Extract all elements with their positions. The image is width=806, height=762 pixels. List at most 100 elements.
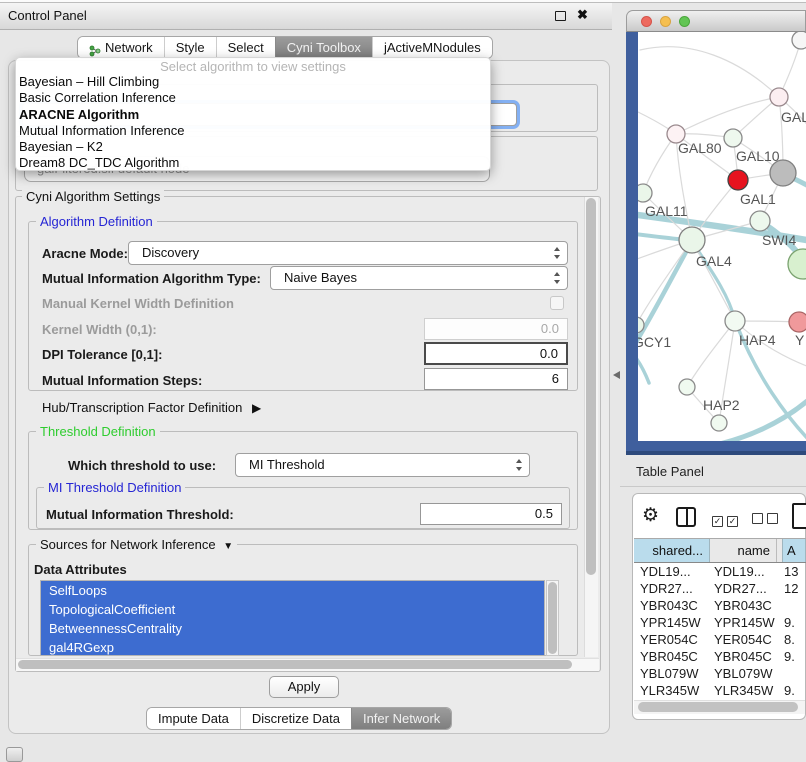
table-cell: 9.	[777, 648, 806, 665]
settings-horizontal-scrollbar-thumb[interactable]	[18, 660, 572, 669]
tab-infer-network[interactable]: Infer Network	[351, 708, 451, 729]
unchecked-box-icon	[752, 513, 763, 524]
which-threshold-label: Which threshold to use:	[68, 458, 216, 473]
bottom-tabbar: Impute Data Discretize Data Infer Networ…	[146, 707, 452, 730]
table-cell: YBR045C	[710, 648, 777, 665]
network-edge	[643, 134, 676, 193]
network-node[interactable]	[725, 311, 745, 331]
aracne-mode-label: Aracne Mode:	[42, 246, 128, 261]
tab-cyni-toolbox[interactable]: Cyni Toolbox	[275, 37, 372, 58]
table-panel-title: Table Panel	[636, 464, 704, 479]
mi-type-combobox[interactable]: Naive Bayes	[270, 266, 568, 290]
apply-button[interactable]: Apply	[269, 676, 339, 698]
close-panel-icon[interactable]: ✖	[577, 7, 588, 23]
table-row[interactable]: YLR345WYLR345W9.	[634, 682, 806, 699]
kernel-width-field[interactable]: 0.0	[424, 318, 568, 340]
table-row[interactable]: YBL079WYBL079W	[634, 665, 806, 682]
column-header-third[interactable]: A	[783, 539, 806, 562]
table-row[interactable]: YBR043CYBR043C	[634, 597, 806, 614]
tab-jactivemnodules[interactable]: jActiveMNodules	[372, 37, 492, 58]
table-cell: YBL079W	[634, 665, 710, 682]
table-row[interactable]: YPR145WYPR145W9.	[634, 614, 806, 631]
table-cell: 13	[777, 563, 806, 580]
tab-jactivemnodules-label: jActiveMNodules	[384, 37, 481, 59]
mi-steps-field[interactable]: 6	[424, 368, 568, 390]
column-header-name[interactable]: name	[710, 539, 777, 562]
dpi-tolerance-field[interactable]: 0.0	[424, 342, 568, 365]
spinner-arrows-icon	[516, 459, 523, 471]
network-node[interactable]	[789, 312, 806, 332]
network-window-titlebar[interactable]	[626, 10, 806, 32]
data-attributes-list[interactable]: SelfLoopsTopologicalCoefficientBetweenne…	[40, 580, 545, 656]
algorithm-dropdown-item[interactable]: Bayesian – K2	[16, 139, 490, 155]
data-attribute-item[interactable]: BetweennessCentrality	[41, 619, 544, 638]
data-attribute-item[interactable]: gal4RGexp	[41, 638, 544, 656]
network-node[interactable]	[788, 249, 806, 279]
network-node[interactable]	[792, 32, 806, 49]
algorithm-dropdown-item[interactable]: ARACNE Algorithm	[16, 107, 490, 123]
mi-threshold-field[interactable]: 0.5	[420, 503, 562, 525]
network-view-window: GALGAL80GAL10GAL1GAL11GAL4SWI4HAP4YGCY1H…	[626, 10, 806, 455]
close-window-icon[interactable]	[641, 16, 652, 27]
table-row[interactable]: YER054CYER054C8.	[634, 631, 806, 648]
sources-group-header[interactable]: Sources for Network Inference ▼	[36, 537, 237, 552]
tab-select[interactable]: Select	[216, 37, 275, 58]
table-cell: YDL19...	[710, 563, 777, 580]
checked-box-icon: ✓	[712, 516, 723, 527]
network-node[interactable]	[750, 211, 770, 231]
document-icon[interactable]	[792, 503, 806, 529]
table-horizontal-scrollbar-thumb[interactable]	[638, 702, 798, 712]
data-attribute-item[interactable]: TopologicalCoefficient	[41, 600, 544, 619]
network-canvas[interactable]: GALGAL80GAL10GAL1GAL11GAL4SWI4HAP4YGCY1H…	[638, 32, 806, 441]
kernel-width-label: Kernel Width (0,1):	[42, 322, 157, 337]
float-panel-icon[interactable]	[555, 11, 566, 21]
network-node[interactable]	[679, 227, 705, 253]
manual-kernel-checkbox[interactable]	[550, 296, 564, 310]
table-cell: 9.	[777, 682, 806, 699]
split-columns-icon[interactable]	[676, 507, 696, 527]
table-cell: YBR043C	[634, 597, 710, 614]
checked-box-icon: ✓	[727, 516, 738, 527]
minimize-window-icon[interactable]	[660, 16, 671, 27]
data-attribute-item[interactable]: SelfLoops	[41, 581, 544, 600]
network-node[interactable]	[638, 184, 652, 202]
column-header-shared-name[interactable]: shared...	[634, 539, 710, 562]
network-tree-icon	[89, 42, 101, 54]
table-row[interactable]: YDR27...YDR27...12	[634, 580, 806, 597]
tab-network[interactable]: Network	[78, 37, 164, 58]
minimized-panel-icon[interactable]	[6, 747, 23, 762]
cyni-algorithm-settings-title: Cyni Algorithm Settings	[22, 189, 164, 204]
table-cell: YDR27...	[710, 580, 777, 597]
tab-impute-data[interactable]: Impute Data	[147, 708, 240, 729]
algorithm-dropdown-item[interactable]: Dream8 DC_TDC Algorithm	[16, 155, 490, 171]
threshold-definition-title: Threshold Definition	[36, 424, 160, 439]
select-all-columns-icon[interactable]: ✓✓	[712, 511, 742, 529]
network-node[interactable]	[679, 379, 695, 395]
algorithm-dropdown-item[interactable]: Mutual Information Inference	[16, 123, 490, 139]
expanded-arrow-icon: ▼	[223, 541, 233, 552]
tab-discretize-data-label: Discretize Data	[252, 708, 340, 730]
network-node[interactable]	[711, 415, 727, 431]
algorithm-dropdown-item[interactable]: Basic Correlation Inference	[16, 90, 490, 106]
network-node-label: Y	[795, 332, 805, 348]
gear-icon[interactable]: ⚙	[642, 506, 659, 526]
settings-vertical-scrollbar-thumb[interactable]	[586, 198, 596, 575]
tab-discretize-data[interactable]: Discretize Data	[240, 708, 351, 729]
which-threshold-value: MI Threshold	[249, 457, 325, 472]
aracne-mode-combobox[interactable]: Discovery	[128, 241, 568, 265]
table-row[interactable]: YDL19...YDL19...13	[634, 563, 806, 580]
table-row[interactable]: YBR045CYBR045C9.	[634, 648, 806, 665]
tab-style[interactable]: Style	[164, 37, 216, 58]
algorithm-dropdown-item[interactable]: Bayesian – Hill Climbing	[16, 74, 490, 90]
attributes-scrollbar-thumb[interactable]	[548, 582, 557, 654]
which-threshold-combobox[interactable]: MI Threshold	[235, 453, 530, 477]
panel-splitter-arrow-icon[interactable]	[613, 371, 620, 379]
deselect-all-columns-icon[interactable]	[752, 511, 782, 529]
network-node[interactable]	[770, 88, 788, 106]
hub-definition-toggle[interactable]: Hub/Transcription Factor Definition ▶	[42, 400, 261, 415]
zoom-window-icon[interactable]	[679, 16, 690, 27]
network-node[interactable]	[728, 170, 748, 190]
network-node[interactable]	[724, 129, 742, 147]
hub-definition-label: Hub/Transcription Factor Definition	[42, 400, 242, 415]
table-cell: YDR27...	[634, 580, 710, 597]
